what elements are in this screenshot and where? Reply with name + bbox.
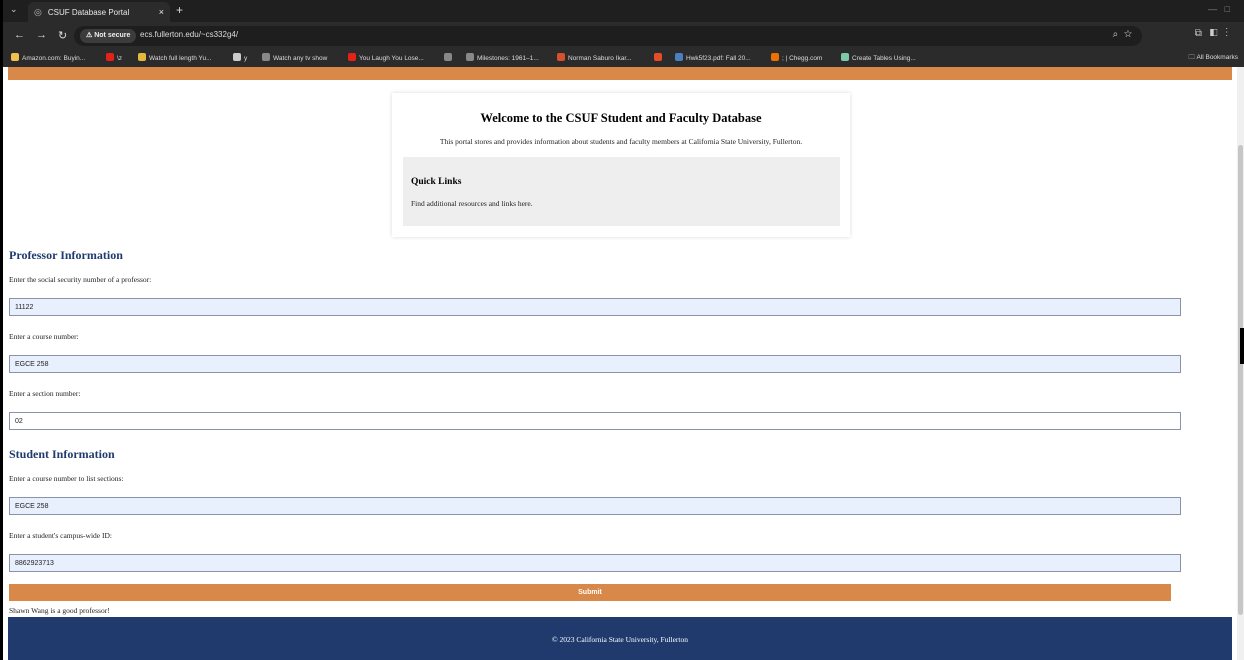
student-cwid-label: Enter a student's campus-wide ID:	[9, 531, 112, 540]
welcome-card: Welcome to the CSUF Student and Faculty …	[392, 93, 850, 237]
bookmark-favicon-icon	[654, 53, 662, 61]
all-bookmarks-label: All Bookmarks	[1196, 54, 1238, 61]
bookmark-favicon-icon	[466, 53, 474, 61]
reload-icon[interactable]: ↻	[58, 29, 67, 42]
tab-close-icon[interactable]: ×	[159, 7, 164, 17]
bookmark-favicon-icon	[348, 53, 356, 61]
window-controls[interactable]: — □	[1208, 4, 1230, 14]
bookmark-item[interactable]	[654, 53, 665, 62]
address-bar[interactable]: ⚠ Not secure ecs.fullerton.edu/~cs332g4/…	[74, 26, 1142, 46]
page-content: Welcome to the CSUF Student and Faculty …	[0, 67, 1232, 660]
capture-frame-handle-right	[1240, 328, 1244, 364]
bookmark-favicon-icon	[11, 53, 19, 61]
bookmark-label: Hwk5f23.pdf: Fall 20...	[686, 55, 751, 62]
professor-section-label: Enter a section number:	[9, 389, 81, 398]
quick-links-title: Quick Links	[411, 177, 462, 187]
bookmark-item[interactable]: Watch any tv show	[262, 53, 327, 62]
page-description: This portal stores and provides informat…	[439, 137, 803, 146]
bookmark-item[interactable]	[444, 53, 455, 62]
bookmark-item[interactable]: Hwk5f23.pdf: Fall 20...	[675, 53, 751, 62]
student-section-heading: Student Information	[9, 447, 115, 461]
bookmark-label: y	[244, 55, 248, 62]
tab-search-icon[interactable]: ⌄	[10, 4, 18, 15]
footer-copyright: © 2023 California State University, Full…	[551, 635, 689, 644]
bookmark-label: Milestones: 1961–1...	[477, 55, 539, 62]
quick-links-box: Quick Links Find additional resources an…	[403, 157, 840, 226]
bookmark-favicon-icon	[771, 53, 779, 61]
professor-section-heading: Professor Information	[9, 248, 123, 262]
browser-tab-strip: ⌄ ◎ CSUF Database Portal × + — □	[0, 0, 1244, 22]
bookmark-favicon-icon	[138, 53, 146, 61]
new-tab-button[interactable]: +	[176, 3, 183, 17]
bookmark-item[interactable]: Watch full length Yu...	[138, 53, 212, 62]
browser-tab[interactable]: ◎ CSUF Database Portal ×	[28, 2, 170, 22]
bookmark-item[interactable]: Create Tables Using...	[841, 53, 916, 62]
quick-links-text: Find additional resources and links here…	[411, 199, 533, 208]
professor-ssn-input[interactable]	[9, 298, 1181, 316]
bookmark-item[interactable]: ; | Chegg.com	[771, 53, 822, 62]
professor-course-input[interactable]	[9, 355, 1181, 373]
query-result-text: Shawn Wang is a good professor!	[9, 606, 110, 615]
submit-button[interactable]: Submit	[9, 584, 1171, 601]
bookmark-label: \z	[117, 55, 123, 62]
bookmark-item[interactable]: Milestones: 1961–1...	[466, 53, 539, 62]
all-bookmarks-folder[interactable]: 🗀 All Bookmarks	[1189, 53, 1239, 64]
bookmark-label: ; | Chegg.com	[782, 55, 823, 62]
browser-toolbar: ← → ↻ ⚠ Not secure ecs.fullerton.edu/~cs…	[0, 22, 1244, 50]
globe-icon: ◎	[34, 6, 42, 17]
bookmark-favicon-icon	[841, 53, 849, 61]
bookmark-favicon-icon	[106, 53, 114, 61]
extension-icons[interactable]: ⧉◧⋮	[1195, 28, 1236, 39]
bookmark-label: Create Tables Using...	[852, 55, 916, 62]
bookmark-item[interactable]: You Laugh You Lose...	[348, 53, 424, 62]
bookmark-favicon-icon	[675, 53, 683, 61]
not-secure-badge[interactable]: ⚠ Not secure	[80, 29, 137, 43]
bookmark-favicon-icon	[444, 53, 452, 61]
tab-title: CSUF Database Portal	[47, 7, 130, 17]
professor-course-label: Enter a course number:	[9, 332, 79, 341]
capture-frame-handle-left	[0, 328, 3, 364]
bookmark-label: Amazon.com: Buyin...	[22, 55, 86, 62]
bookmark-favicon-icon	[262, 53, 270, 61]
bookmark-label: You Laugh You Lose...	[359, 55, 424, 62]
bookmark-favicon-icon	[557, 53, 565, 61]
bookmark-item[interactable]: Norman Saburo Ikar...	[557, 53, 632, 62]
bookmark-item[interactable]: \z	[106, 53, 122, 62]
url-text[interactable]: ecs.fullerton.edu/~cs332g4/	[140, 30, 238, 39]
bookmark-item[interactable]: y	[233, 53, 247, 62]
scrollbar-thumb[interactable]	[1238, 145, 1243, 615]
student-cwid-input[interactable]	[9, 554, 1181, 572]
back-icon[interactable]: ←	[14, 29, 25, 41]
student-course-input[interactable]	[9, 497, 1181, 515]
page-title: Welcome to the CSUF Student and Faculty …	[480, 111, 762, 125]
professor-section-input[interactable]	[9, 412, 1181, 430]
page-footer: © 2023 California State University, Full…	[8, 617, 1232, 660]
bookmark-item[interactable]: Amazon.com: Buyin...	[11, 53, 85, 62]
student-course-label: Enter a course number to list sections:	[9, 474, 124, 483]
zoom-bookmark-icons[interactable]: ⌕ ☆	[1113, 29, 1132, 40]
bookmark-label: Watch full length Yu...	[149, 55, 212, 62]
forward-icon[interactable]: →	[36, 29, 47, 41]
bookmark-favicon-icon	[233, 53, 241, 61]
bookmarks-bar: 🗀 All Bookmarks Amazon.com: Buyin... \z Wa…	[0, 50, 1244, 67]
header-accent-bar	[8, 67, 1232, 80]
bookmark-label: Norman Saburo Ikar...	[568, 55, 632, 62]
bookmark-label: Watch any tv show	[273, 55, 328, 62]
professor-ssn-label: Enter the social security number of a pr…	[9, 275, 152, 284]
